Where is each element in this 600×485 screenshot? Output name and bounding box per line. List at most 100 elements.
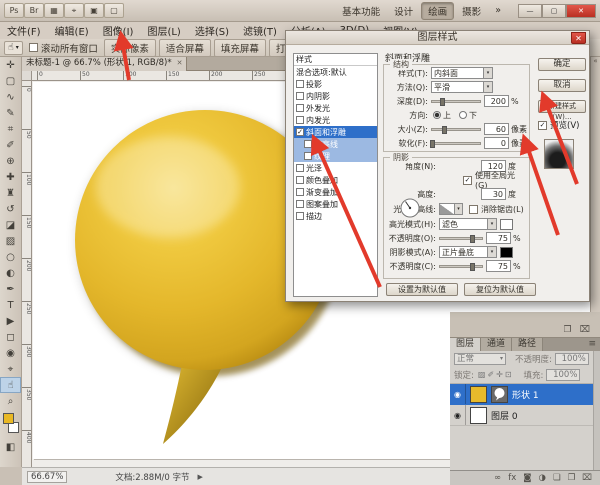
pen-tool[interactable]: ✒ <box>0 281 21 297</box>
workspace-设计[interactable]: 设计 <box>388 3 419 19</box>
blend-mode-select[interactable]: 正常 ▾ <box>454 353 506 365</box>
shadow-opacity-slider[interactable] <box>439 262 483 271</box>
3d-rotate-tool[interactable]: ◉ <box>0 345 21 361</box>
layer-style-fx-icon[interactable]: fx <box>508 473 516 483</box>
shadow-color-swatch[interactable] <box>500 246 513 258</box>
chevron-down-icon[interactable]: ▾ <box>455 203 463 215</box>
ps-logo-icon[interactable]: Ps <box>4 2 24 18</box>
fill-field[interactable]: 100% <box>546 369 581 381</box>
dialog-close-button[interactable]: ✕ <box>571 32 586 44</box>
bridge-icon[interactable]: Br <box>24 2 44 18</box>
highlight-mode-select[interactable]: 滤色 ▾ <box>439 218 497 230</box>
menu-item-图像(I)[interactable]: 图像(I) <box>96 23 141 38</box>
style-checkbox[interactable] <box>296 200 304 208</box>
adjustment-layer-icon[interactable]: ◑ <box>539 473 546 483</box>
reset-default-button[interactable]: 复位为默认值 <box>464 283 536 296</box>
ok-button[interactable]: 确定 <box>538 58 586 71</box>
panel-menu-icon[interactable]: ≡ <box>584 338 600 351</box>
new-layer-icon[interactable]: ❐ <box>568 473 576 483</box>
gradient-tool[interactable]: ▨ <box>0 233 21 249</box>
panel-delete-icon[interactable]: ⌧ <box>580 325 590 335</box>
depth-field[interactable]: 200 <box>484 95 509 107</box>
vector-mask-thumbnail[interactable] <box>491 385 508 403</box>
move-tool[interactable]: ✛ <box>0 57 21 73</box>
workspace-基本功能[interactable]: 基本功能 <box>336 3 386 19</box>
lock-transparent-icon[interactable]: ▨ <box>477 370 487 379</box>
zoom-level-icon[interactable]: ⌖ <box>64 3 84 19</box>
layer-row-shape-1[interactable]: ◉ 形状 1 <box>450 384 600 405</box>
blur-tool[interactable]: ○ <box>0 249 21 265</box>
tab-路径[interactable]: 路径 <box>512 338 544 351</box>
style-item-描边[interactable]: 描边 <box>294 210 377 222</box>
style-item-纹理[interactable]: 纹理 <box>294 150 377 162</box>
crop-tool[interactable]: ⌗ <box>0 121 21 137</box>
style-checkbox[interactable]: ✓ <box>296 128 304 136</box>
zoom-tool[interactable]: ⌕ <box>0 393 21 409</box>
cancel-button[interactable]: 取消 <box>538 79 586 92</box>
tool-preset-picker[interactable]: ☝ ▾ <box>4 40 23 55</box>
shape-tool[interactable]: ◻ <box>0 329 21 345</box>
set-default-button[interactable]: 设置为默认值 <box>386 283 458 296</box>
style-item-内发光[interactable]: 内发光 <box>294 114 377 126</box>
scroll-all-windows-checkbox[interactable]: 滚动所有窗口 <box>28 41 98 55</box>
brush-tool[interactable]: ✚ <box>0 169 21 185</box>
type-tool[interactable]: T <box>0 297 21 313</box>
style-checkbox[interactable] <box>304 140 312 148</box>
panel-new-icon[interactable]: ❐ <box>564 325 572 335</box>
quick-selection-tool[interactable]: ✎ <box>0 105 21 121</box>
style-item-投影[interactable]: 投影 <box>294 78 377 90</box>
style-checkbox[interactable] <box>296 212 304 220</box>
style-checkbox[interactable] <box>296 176 304 184</box>
style-item-颜色叠加[interactable]: 颜色叠加 <box>294 174 377 186</box>
menu-item-选择(S)[interactable]: 选择(S) <box>188 23 236 38</box>
minimize-button[interactable]: — <box>518 3 542 18</box>
anti-alias-checkbox[interactable] <box>469 204 478 214</box>
foreground-color-swatch[interactable] <box>3 413 14 424</box>
gloss-contour-thumbnail[interactable] <box>439 203 455 215</box>
style-item-图案叠加[interactable]: 图案叠加 <box>294 198 377 210</box>
collapsed-panel-dock[interactable]: « <box>590 57 600 312</box>
layer-thumbnail[interactable] <box>470 385 487 403</box>
style-checkbox[interactable] <box>296 188 304 196</box>
new-style-button[interactable]: 新建样式(W)... <box>538 100 586 121</box>
lasso-tool[interactable]: ∿ <box>0 89 21 105</box>
size-field[interactable]: 60 <box>484 123 509 135</box>
link-layers-icon[interactable]: ∞ <box>494 473 501 483</box>
style-item-渐变叠加[interactable]: 渐变叠加 <box>294 186 377 198</box>
path-selection-tool[interactable]: ▶ <box>0 313 21 329</box>
direction-down-radio[interactable] <box>459 111 467 119</box>
screen-mode-icon[interactable]: ▢ <box>104 2 124 18</box>
history-brush-tool[interactable]: ↺ <box>0 201 21 217</box>
document-tab[interactable]: 未标题-1 @ 66.7% (形状 1, RGB/8)* ✕ <box>22 57 188 71</box>
layer-group-icon[interactable]: ❏ <box>553 473 561 483</box>
style-checkbox[interactable] <box>304 152 312 160</box>
layer-thumbnail[interactable] <box>470 406 487 424</box>
options-button-填充屏幕[interactable]: 填充屏幕 <box>213 38 266 57</box>
tab-close-icon[interactable]: ✕ <box>177 57 183 71</box>
layers-scrollbar[interactable] <box>593 351 600 470</box>
opacity-field[interactable]: 100% <box>554 353 589 365</box>
lock-pixels-icon[interactable]: ✐ <box>486 370 495 379</box>
layer-name[interactable]: 图层 0 <box>491 409 518 422</box>
arrange-documents-icon[interactable]: ▣ <box>84 2 104 18</box>
style-checkbox[interactable] <box>296 104 304 112</box>
bevel-style-select[interactable]: 内斜面 ▾ <box>431 67 493 79</box>
hand-tool[interactable]: ☝ <box>0 377 21 393</box>
lock-position-icon[interactable]: ✛ <box>495 370 504 379</box>
dodge-tool[interactable]: ◐ <box>0 265 21 281</box>
style-item-外发光[interactable]: 外发光 <box>294 102 377 114</box>
healing-brush-tool[interactable]: ⊕ <box>0 153 21 169</box>
style-checkbox[interactable] <box>296 92 304 100</box>
shadow-mode-select[interactable]: 正片叠底 ▾ <box>439 246 497 258</box>
highlight-opacity-slider[interactable] <box>439 234 483 243</box>
workspace-绘画[interactable]: 绘画 <box>421 1 455 20</box>
close-button[interactable]: ✕ <box>566 3 596 18</box>
eraser-tool[interactable]: ◪ <box>0 217 21 233</box>
layer-name[interactable]: 形状 1 <box>512 388 539 401</box>
altitude-field[interactable]: 30 <box>481 188 506 200</box>
workspace-»[interactable]: » <box>489 4 507 17</box>
3d-camera-tool[interactable]: ⌖ <box>0 361 21 377</box>
quick-mask-icon[interactable]: ◧ <box>0 439 21 455</box>
size-slider[interactable] <box>431 125 481 134</box>
highlight-color-swatch[interactable] <box>500 218 513 230</box>
